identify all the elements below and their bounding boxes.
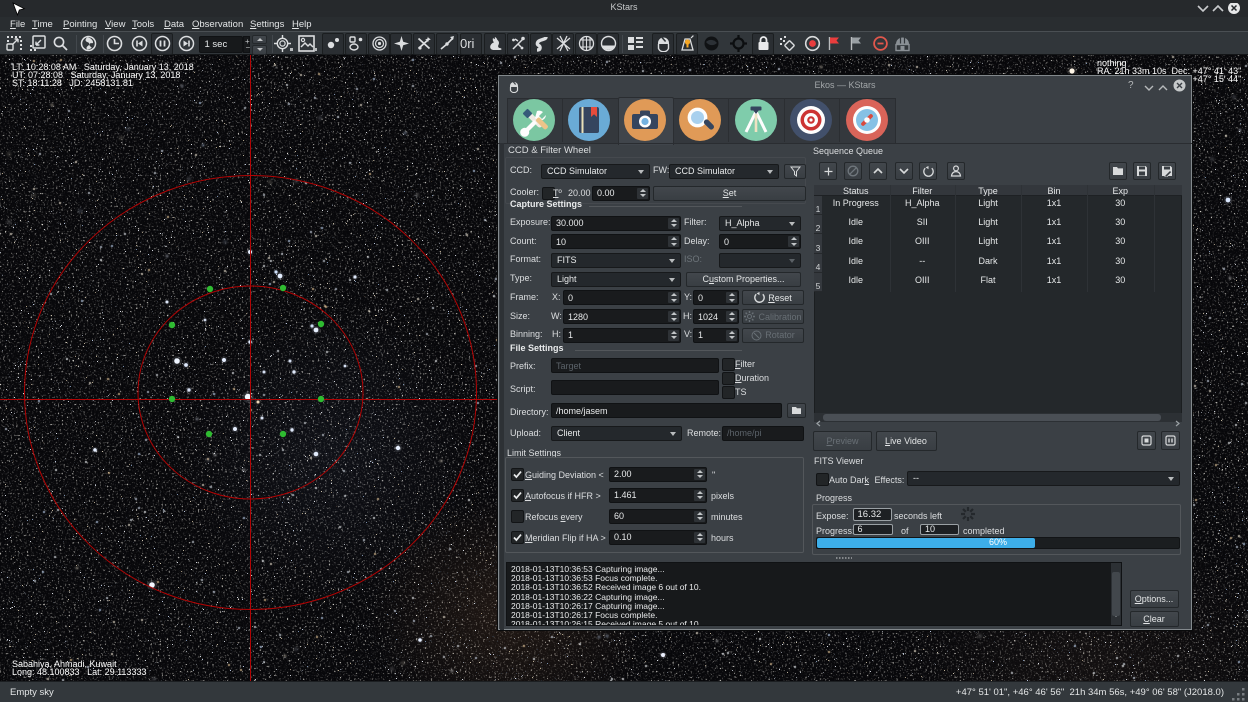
svg-text:0ri: 0ri (460, 36, 475, 51)
